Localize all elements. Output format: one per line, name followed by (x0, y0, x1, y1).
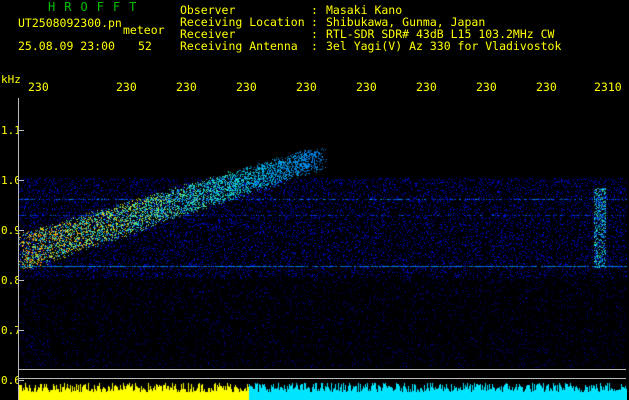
x-tick-label: 230 (236, 80, 257, 94)
spectrogram-canvas (19, 98, 627, 400)
x-tick-label: 230 (116, 80, 137, 94)
y-axis-unit: kHz (1, 73, 21, 86)
x-tick-label: 230 (28, 80, 49, 94)
x-tick-label: 230 (356, 80, 377, 94)
y-tick-mark (19, 280, 24, 281)
antenna-separator: : (311, 39, 318, 53)
x-tick-label: 2310 (594, 80, 622, 94)
datetime-label: 25.08.09 23:00 (18, 39, 115, 53)
x-tick-label: 230 (416, 80, 437, 94)
y-tick-mark (19, 180, 24, 181)
antenna-label: Receiving Antenna (180, 39, 298, 53)
y-tick-mark (19, 230, 24, 231)
baseline-lower (19, 378, 626, 379)
x-tick-label: 230 (476, 80, 497, 94)
y-tick-mark (19, 330, 24, 331)
x-tick-label: 230 (536, 80, 557, 94)
x-tick-label: 230 (296, 80, 317, 94)
antenna-value: 3el Yagi(V) Az 330 for Vladivostok (326, 39, 562, 53)
y-tick-mark (19, 380, 24, 381)
filename-label: UT2508092300.pn (18, 16, 122, 30)
spectrogram-plot (18, 98, 627, 400)
y-tick-mark (19, 130, 24, 131)
x-tick-label: 230 (176, 80, 197, 94)
baseline-upper (19, 369, 626, 370)
meteor-count: 52 (138, 39, 152, 53)
app-title: HROFFT (48, 0, 146, 14)
detection-type-label: meteor (123, 23, 165, 37)
